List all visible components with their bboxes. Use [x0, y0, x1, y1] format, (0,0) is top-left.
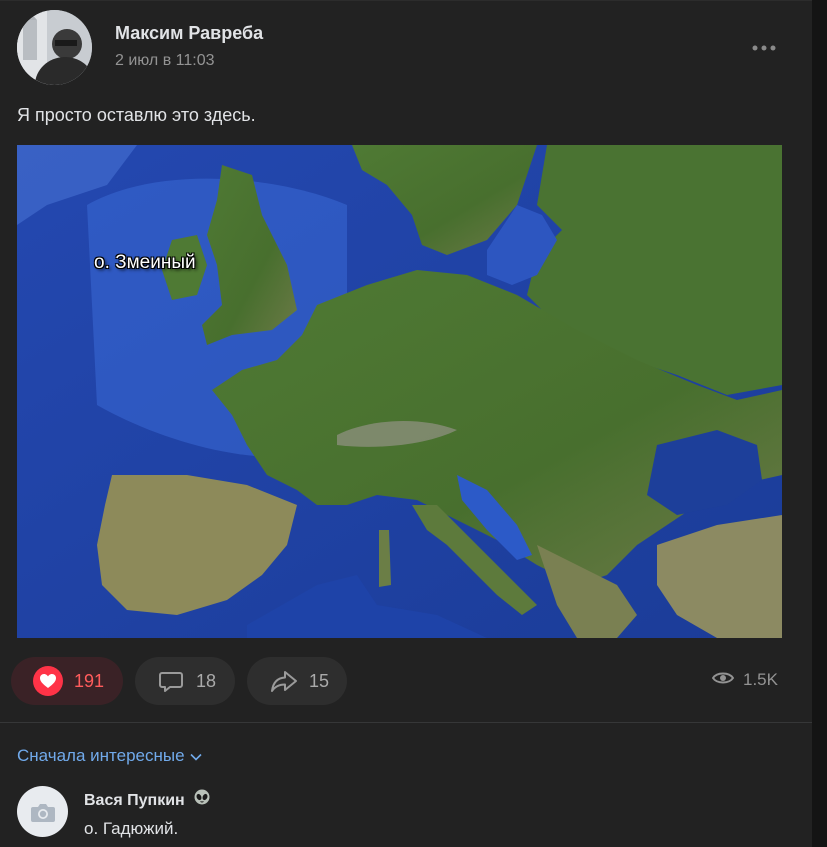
page-background: [812, 0, 827, 846]
views-count: 1.5K: [743, 670, 778, 689]
comment-count: 18: [196, 670, 217, 691]
like-count: 191: [74, 670, 105, 691]
post-card: Максим Равреба 2 июл в 11:03 Я просто ос…: [0, 0, 812, 847]
alien-emoji-icon: [193, 789, 211, 812]
like-button[interactable]: 191: [11, 657, 123, 705]
comment-icon: [157, 667, 185, 695]
comment-button[interactable]: 18: [135, 657, 235, 705]
share-button[interactable]: 15: [247, 657, 347, 705]
post-image[interactable]: о. Змеиный: [17, 145, 782, 638]
avatar-photo: [17, 10, 92, 85]
more-options-button[interactable]: [745, 35, 783, 61]
comment-author-name[interactable]: Вася Пупкин: [84, 789, 211, 812]
post-text: Я просто оставлю это здесь.: [17, 105, 256, 125]
map-label: о. Змеиный: [94, 252, 196, 273]
sort-label: Сначала интересные: [17, 746, 185, 765]
camera-icon: [30, 803, 55, 822]
author-name[interactable]: Максим Равреба: [115, 23, 263, 44]
chevron-down-icon: [189, 746, 202, 766]
views-counter: 1.5K: [711, 670, 778, 690]
eye-icon: [711, 670, 735, 690]
share-arrow-icon: [269, 667, 299, 695]
share-count: 15: [309, 670, 330, 691]
divider: [0, 722, 812, 723]
comments-sort-dropdown[interactable]: Сначала интересные: [17, 746, 202, 766]
author-avatar[interactable]: [17, 10, 92, 85]
heart-icon: [32, 665, 64, 697]
comment-text: о. Гадюжий.: [84, 819, 179, 838]
comment-author-avatar[interactable]: [17, 786, 68, 837]
more-dots-icon: [752, 45, 776, 51]
post-date[interactable]: 2 июл в 11:03: [115, 52, 215, 70]
comment-author-label: Вася Пупкин: [84, 791, 185, 809]
europe-satellite-map: [17, 145, 782, 638]
